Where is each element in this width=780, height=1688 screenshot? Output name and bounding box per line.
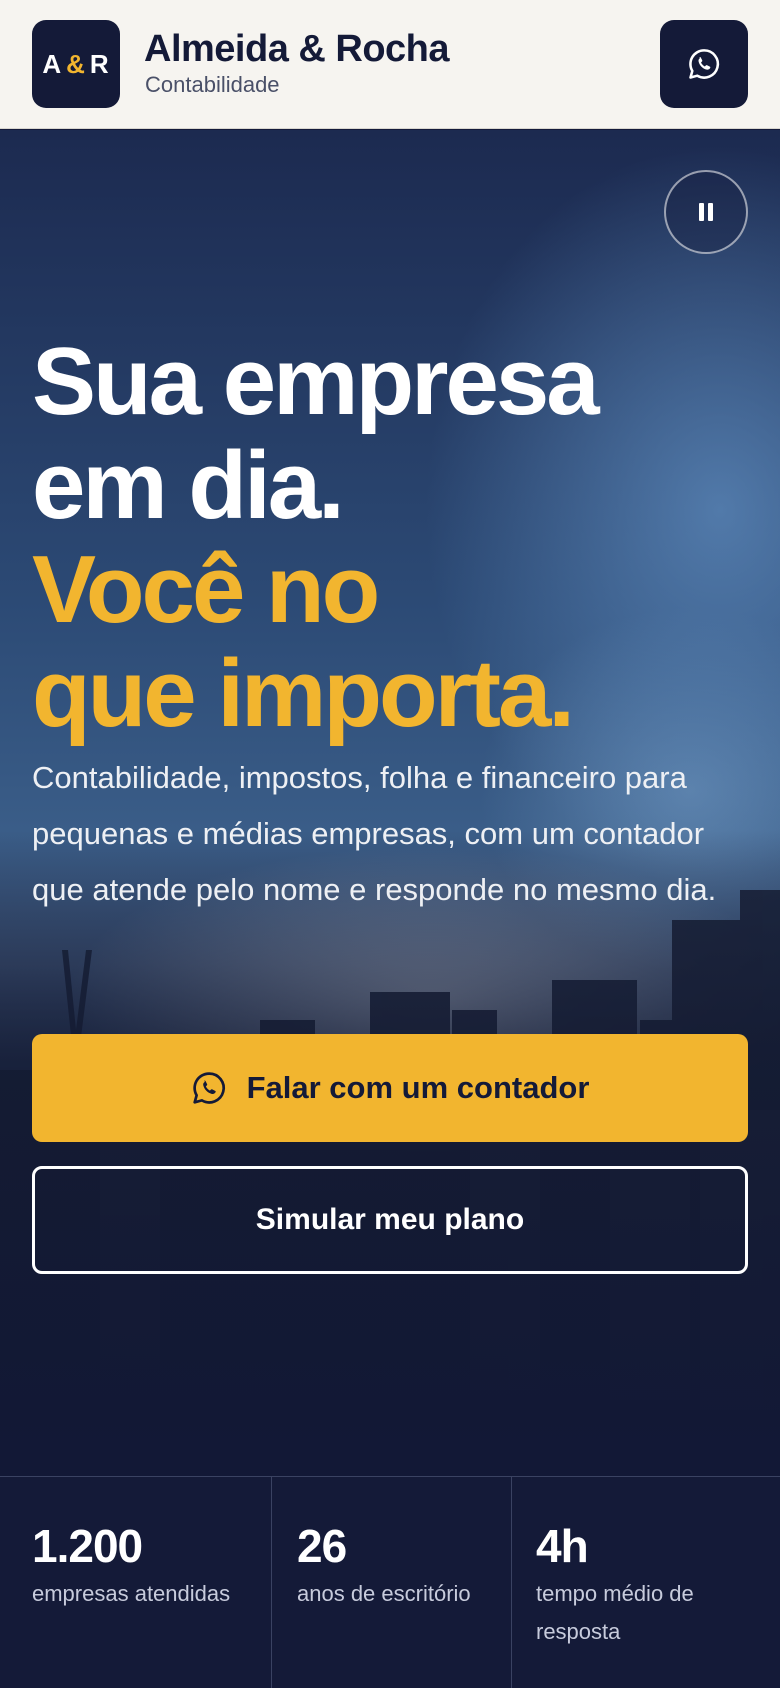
stat-label: tempo médio de resposta (536, 1581, 694, 1644)
stat-value: 26 (297, 1520, 347, 1572)
logo-letter-r: R (89, 48, 110, 79)
hero-section: Sua empresa em dia. Você no que importa.… (0, 130, 780, 1476)
headline-line-1: Sua empresa (32, 328, 600, 435)
site-header: A & R Almeida & Rocha Contabilidade (0, 0, 780, 129)
logo-ampersand: & (66, 48, 86, 79)
city-skyline-image (0, 830, 780, 1476)
logo-letter-a: A (42, 48, 63, 79)
stat-value: 1.200 (32, 1520, 143, 1572)
simulate-plan-label: Simular meu plano (255, 1203, 525, 1236)
talk-to-accountant-label: Falar com um contador (246, 1070, 590, 1105)
hero-lead-text: Contabilidade, impostos, folha e finance… (32, 760, 717, 907)
stat-years: 26 anos de escritório (271, 1477, 511, 1688)
hero-headline: Sua empresa em dia. Você no que importa. (32, 328, 600, 747)
stat-label: anos de escritório (297, 1581, 471, 1606)
headline-line-2: em dia. (32, 432, 345, 539)
whatsapp-icon (192, 1072, 225, 1104)
headline-line-3: Você no (32, 536, 380, 643)
stats-bar: 1.200 empresas atendidas 26 anos de escr… (0, 1476, 780, 1688)
stat-label: empresas atendidas (32, 1581, 231, 1606)
brand-name: Almeida & Rocha (144, 28, 450, 70)
stat-value: 4h (536, 1520, 589, 1572)
whatsapp-icon (689, 49, 720, 79)
whatsapp-header-button[interactable] (660, 20, 748, 108)
talk-to-accountant-button[interactable]: Falar com um contador (32, 1034, 748, 1142)
page: A & R Almeida & Rocha Contabilidade Sua … (0, 0, 780, 1688)
brand-subtitle: Contabilidade (145, 72, 280, 97)
stat-response-time: 4h tempo médio de resposta (511, 1477, 780, 1688)
pause-icon (699, 203, 713, 221)
simulate-plan-button[interactable]: Simular meu plano (32, 1166, 748, 1274)
stat-companies: 1.200 empresas atendidas (0, 1477, 271, 1688)
pause-button[interactable] (664, 170, 748, 254)
headline-line-4: que importa. (32, 640, 575, 747)
brand-logo[interactable]: A & R (32, 20, 120, 108)
